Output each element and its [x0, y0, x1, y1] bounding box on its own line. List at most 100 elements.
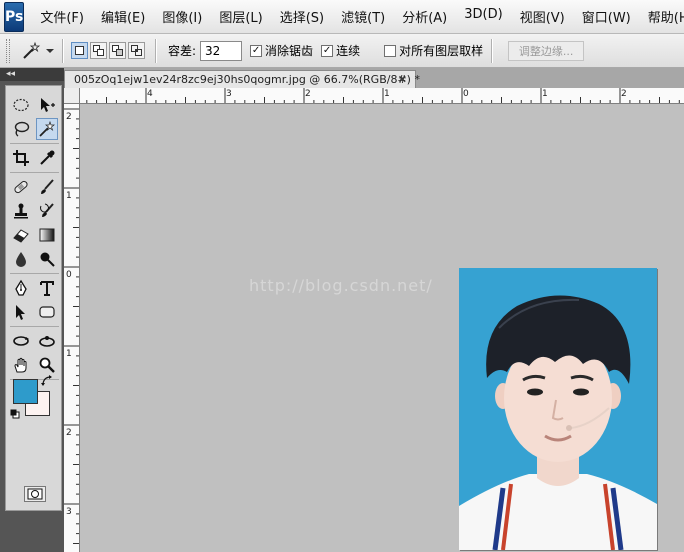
menu-view[interactable]: 视图(V) — [520, 7, 574, 26]
intersect-selection-button[interactable] — [128, 42, 145, 59]
tool-separator — [10, 143, 59, 144]
stamp-icon — [14, 203, 28, 219]
brush-tool[interactable] — [36, 176, 58, 198]
zoom-tool[interactable] — [36, 354, 58, 376]
healing-brush-tool[interactable] — [10, 176, 32, 198]
move-arrow-icon — [41, 98, 55, 112]
document-tab-title: 005zOq1ejw1ev24r8zc9ej30hs0qogmr.jpg @ 6… — [74, 73, 420, 86]
watermark-text: http://blog.csdn.net/ — [249, 276, 433, 295]
toolbox-collapse[interactable]: ◂◂ — [0, 68, 64, 81]
3d-rotate-icon — [13, 336, 29, 346]
swap-colors-icon[interactable] — [41, 375, 53, 387]
ellipse-marquee-icon — [13, 98, 29, 112]
water-drop-icon — [16, 252, 26, 267]
separator — [155, 38, 156, 63]
vertical-ruler-ticks — [64, 108, 79, 544]
close-icon[interactable]: ✕ — [398, 73, 407, 86]
default-colors-icon[interactable] — [10, 409, 20, 419]
eyedropper-icon — [40, 150, 55, 165]
crop-tool[interactable] — [10, 147, 32, 169]
eyedropper-tool[interactable] — [36, 147, 58, 169]
magic-wand-tool[interactable] — [36, 118, 58, 140]
menu-image[interactable]: 图像(I) — [162, 7, 211, 26]
contiguous-check[interactable]: ✓ — [321, 44, 334, 57]
menu-layer[interactable]: 图层(L) — [219, 7, 271, 26]
move-tool[interactable] — [36, 94, 58, 116]
magic-wand-icon — [23, 41, 41, 59]
3d-rotate-tool[interactable] — [10, 330, 32, 352]
anti-alias-checkbox[interactable]: ✓ 消除锯齿 — [250, 42, 313, 59]
eraser-tool[interactable] — [10, 224, 32, 246]
tool-preset-picker[interactable] — [20, 39, 54, 63]
menu-filter[interactable]: 滤镜(T) — [341, 7, 394, 26]
add-selection-icon — [93, 45, 104, 56]
bandage-icon — [14, 180, 28, 194]
magnifier-icon — [39, 357, 55, 373]
quick-mask-button[interactable] — [24, 486, 46, 502]
vertical-ruler[interactable]: 2 1 0 1 2 3 — [64, 104, 80, 552]
tolerance-input[interactable] — [200, 40, 243, 61]
gradient-tool[interactable] — [36, 224, 58, 246]
blur-tool[interactable] — [10, 248, 32, 270]
menu-window[interactable]: 窗口(W) — [582, 7, 640, 26]
tolerance-label: 容差: — [168, 44, 197, 58]
pen-tool[interactable] — [10, 277, 32, 299]
ruler-label: 1 — [66, 349, 72, 359]
shape-tool[interactable] — [36, 301, 58, 323]
ruler-label: 2 — [66, 428, 72, 438]
lasso-tool[interactable] — [10, 118, 32, 140]
sample-all-layers-checkbox[interactable]: 对所有图层取样 — [384, 42, 483, 59]
add-to-selection-button[interactable] — [90, 42, 107, 59]
sample-all-layers-label: 对所有图层取样 — [399, 44, 484, 58]
document-canvas[interactable]: http://blog.csdn.net/ — [81, 105, 684, 552]
menu-analysis[interactable]: 分析(A) — [402, 7, 456, 26]
horizontal-ruler[interactable]: 4 3 2 1 0 1 2 — [80, 88, 684, 104]
hand-icon — [14, 357, 27, 373]
dodge-tool[interactable] — [36, 248, 58, 270]
tool-separator — [10, 273, 59, 274]
options-bar-grip[interactable] — [6, 38, 10, 63]
hand-tool[interactable] — [10, 354, 32, 376]
foreground-color-swatch[interactable] — [13, 379, 38, 404]
brush-icon — [41, 179, 54, 194]
ruler-label: 2 — [621, 89, 627, 99]
menu-select[interactable]: 选择(S) — [280, 7, 333, 26]
photoshop-logo: Ps — [4, 1, 25, 32]
contiguous-label: 连续 — [336, 44, 361, 58]
rounded-rect-icon — [39, 306, 55, 318]
contiguous-checkbox[interactable]: ✓ 连续 — [321, 42, 360, 59]
path-selection-tool[interactable] — [10, 301, 32, 323]
menu-file[interactable]: 文件(F) — [40, 7, 93, 26]
subtract-selection-button[interactable] — [109, 42, 126, 59]
anti-alias-check[interactable]: ✓ — [250, 44, 263, 57]
horizontal-ruler-ticks — [86, 88, 680, 103]
new-selection-button[interactable] — [71, 42, 88, 59]
elliptical-marquee-tool[interactable] — [10, 94, 32, 116]
menu-help[interactable]: 帮助(H) — [648, 7, 684, 26]
ruler-label: 4 — [147, 89, 153, 99]
gradient-icon — [39, 228, 55, 242]
refine-edge-button[interactable]: 调整边缘... — [508, 40, 585, 61]
clone-stamp-tool[interactable] — [10, 200, 32, 222]
ruler-label: 0 — [66, 270, 72, 280]
toolbox: ◂◂ — [0, 68, 64, 552]
3d-orbit-tool[interactable] — [36, 330, 58, 352]
crop-icon — [13, 150, 29, 166]
ruler-label: 0 — [463, 89, 469, 99]
menu-edit[interactable]: 编辑(E) — [101, 7, 154, 26]
document-tab[interactable]: 005zOq1ejw1ev24r8zc9ej30hs0qogmr.jpg @ 6… — [64, 70, 420, 88]
ruler-label: 1 — [384, 89, 390, 99]
photo-image[interactable] — [459, 268, 657, 550]
history-brush-icon — [40, 203, 54, 217]
sample-all-layers-check[interactable] — [384, 44, 397, 57]
menu-3d[interactable]: 3D(D) — [464, 7, 511, 26]
subtract-selection-icon — [112, 45, 123, 56]
document-tab-strip: 005zOq1ejw1ev24r8zc9ej30hs0qogmr.jpg @ 6… — [64, 68, 684, 88]
portrait-illustration — [459, 295, 657, 550]
ruler-label: 3 — [226, 89, 232, 99]
options-bar: 容差: ✓ 消除锯齿 ✓ 连续 对所有图层取样 调整边缘... — [0, 34, 684, 68]
history-brush-tool[interactable] — [36, 200, 58, 222]
ruler-label: 1 — [542, 89, 548, 99]
type-tool[interactable] — [36, 277, 58, 299]
ruler-origin[interactable] — [64, 88, 80, 104]
